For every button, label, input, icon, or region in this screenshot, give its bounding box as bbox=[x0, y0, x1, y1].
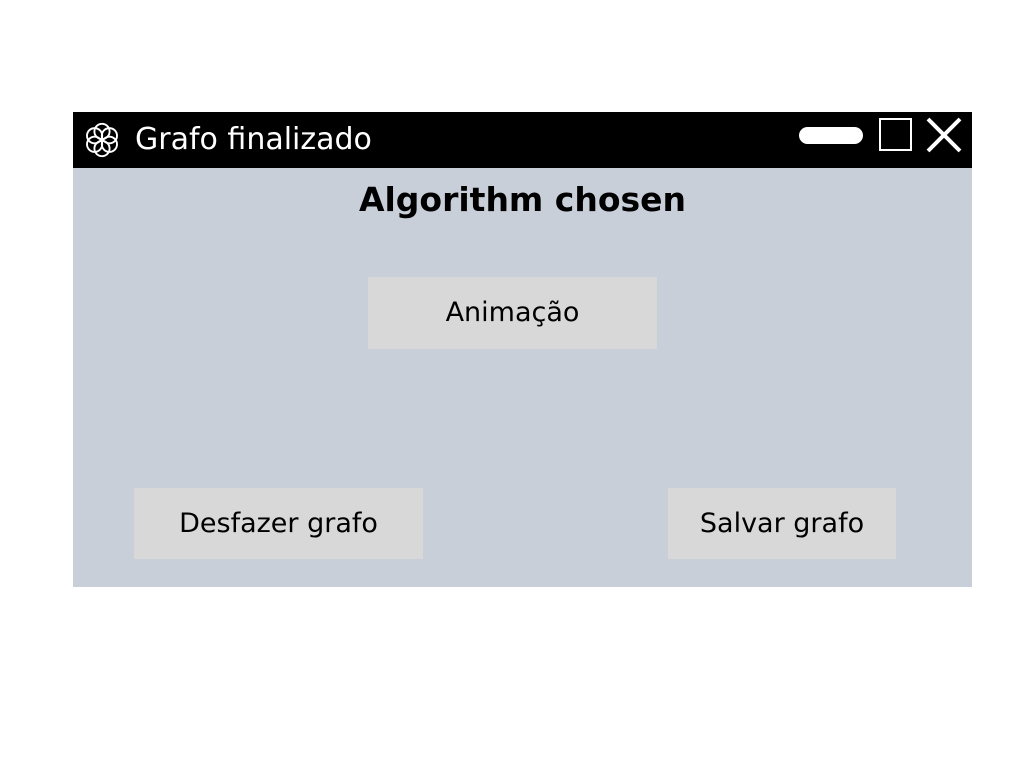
animation-button[interactable]: Animação bbox=[368, 277, 657, 349]
algorithm-heading: Algorithm chosen bbox=[358, 180, 687, 219]
undo-graph-button[interactable]: Desfazer grafo bbox=[134, 488, 423, 559]
minimize-icon[interactable] bbox=[799, 127, 863, 144]
window-title: Grafo finalizado bbox=[135, 122, 372, 157]
app-window: Grafo finalizado Algorithm chosen Animaç… bbox=[73, 112, 972, 587]
save-graph-button[interactable]: Salvar grafo bbox=[668, 488, 896, 559]
maximize-icon[interactable] bbox=[879, 118, 912, 151]
title-bar[interactable]: Grafo finalizado bbox=[73, 112, 972, 168]
close-icon[interactable] bbox=[925, 116, 963, 154]
flower-icon bbox=[86, 122, 118, 158]
